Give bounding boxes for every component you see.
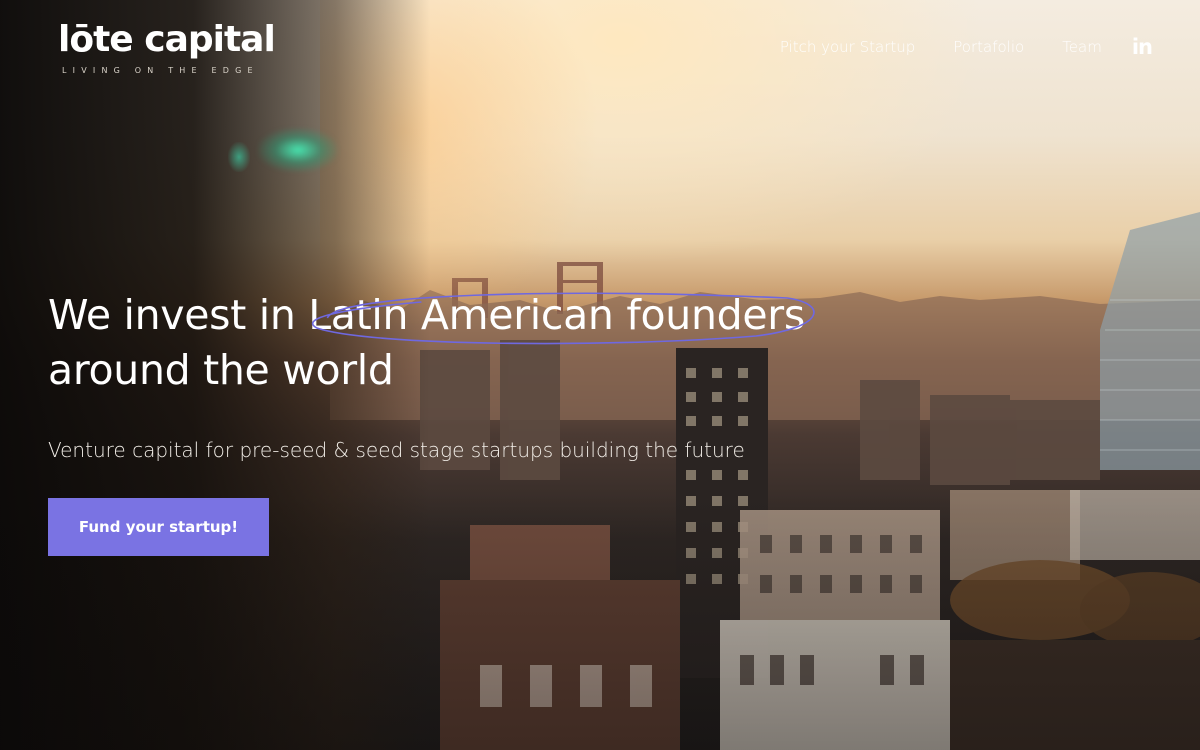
headline-part-2: around the world: [48, 346, 394, 394]
site-header: lōte capital LIVING ON THE EDGE Pitch yo…: [0, 0, 1200, 95]
linkedin-icon[interactable]: in: [1132, 36, 1153, 58]
headline-highlight: Latin American founders: [308, 288, 805, 343]
hero-subheadline: Venture capital for pre-seed & seed stag…: [48, 438, 745, 462]
nav-item-portafolio[interactable]: Portafolio: [953, 38, 1024, 56]
headline-part-1: We invest in: [48, 291, 309, 339]
logo[interactable]: lōte capital LIVING ON THE EDGE: [58, 19, 276, 76]
main-nav: Pitch your Startup Portafolio Team in: [780, 36, 1153, 58]
lens-flare-small: [228, 142, 250, 172]
nav-item-team[interactable]: Team: [1062, 38, 1102, 56]
logo-wordmark: lōte capital: [58, 19, 276, 60]
hero-headline: We invest in Latin American founders arou…: [48, 288, 805, 398]
nav-item-pitch-your-startup[interactable]: Pitch your Startup: [780, 38, 915, 56]
fund-your-startup-button[interactable]: Fund your startup!: [48, 498, 269, 556]
headline-highlight-text: Latin American founders: [308, 291, 805, 339]
logo-tagline: LIVING ON THE EDGE: [62, 66, 259, 75]
hero-section: lōte capital LIVING ON THE EDGE Pitch yo…: [0, 0, 1200, 750]
lens-flare: [258, 128, 338, 172]
